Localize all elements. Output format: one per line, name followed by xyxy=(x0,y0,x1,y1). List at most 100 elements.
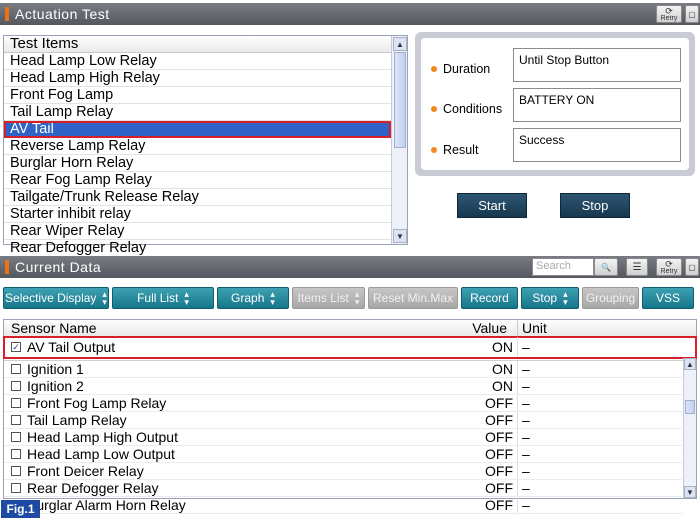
updown-caret-icon: ▴ ▾ xyxy=(184,289,189,307)
sensor-value: OFF xyxy=(402,480,518,496)
sensor-unit: – xyxy=(522,497,530,513)
selective-display-dropdown[interactable]: Selective Display ▴ ▾ xyxy=(3,287,109,309)
row-checkbox[interactable]: ✓ xyxy=(11,342,21,352)
test-item[interactable]: Tail Lamp Relay xyxy=(4,104,391,121)
test-item[interactable]: Head Lamp High Relay xyxy=(4,70,391,87)
row-checkbox[interactable] xyxy=(11,466,21,476)
selective-display-label: Selective Display xyxy=(5,291,97,305)
table-row[interactable]: Head Lamp High Output OFF – xyxy=(4,429,682,446)
test-items-header: Test Items xyxy=(4,36,391,53)
column-sensor-name: Sensor Name xyxy=(11,320,97,336)
sensor-unit: – xyxy=(522,480,530,496)
retry-icon: ⟳ xyxy=(665,258,673,269)
row-checkbox[interactable] xyxy=(11,432,21,442)
sensor-name: Front Fog Lamp Relay xyxy=(27,395,167,411)
sensor-unit: – xyxy=(522,429,530,445)
current-data-title: Current Data xyxy=(15,259,102,275)
sensor-value: OFF xyxy=(402,395,518,411)
record-button[interactable]: Record xyxy=(461,287,518,309)
row-checkbox[interactable] xyxy=(11,381,21,391)
table-row[interactable]: Tail Lamp Relay OFF – xyxy=(4,412,682,429)
updown-caret-icon: ▴ ▾ xyxy=(102,289,107,307)
row-checkbox[interactable] xyxy=(11,415,21,425)
test-items-scrollbar[interactable]: ▲ ▼ xyxy=(391,36,407,244)
duration-value: Until Stop Button xyxy=(513,48,681,82)
row-checkbox[interactable] xyxy=(11,483,21,493)
sensor-value: OFF xyxy=(402,463,518,479)
window-icon[interactable]: ▢ xyxy=(685,258,699,276)
scroll-thumb[interactable] xyxy=(394,52,406,148)
sensor-value: OFF xyxy=(402,412,518,428)
stop-dropdown[interactable]: Stop ▴ ▾ xyxy=(521,287,579,309)
figure-label: Fig.1 xyxy=(1,500,40,518)
test-item[interactable]: Rear Wiper Relay xyxy=(4,223,391,240)
test-info-panel: Duration Until Stop Button Conditions BA… xyxy=(415,32,695,176)
start-button[interactable]: Start xyxy=(457,193,527,218)
sensor-name: Ignition 2 xyxy=(27,378,84,394)
data-table-scrollbar[interactable]: ▲ ▼ xyxy=(683,358,696,498)
sensor-unit: – xyxy=(522,412,530,428)
stop-label: Stop xyxy=(532,291,558,305)
test-item[interactable]: Reverse Lamp Relay xyxy=(4,138,391,155)
scroll-down-arrow-icon[interactable]: ▼ xyxy=(393,229,407,243)
pinned-row[interactable]: ✓ AV Tail Output ON – xyxy=(3,336,697,359)
retry-button[interactable]: ⟳ Retry xyxy=(656,5,682,23)
scroll-down-arrow-icon[interactable]: ▼ xyxy=(684,486,696,498)
conditions-label: Conditions xyxy=(443,102,503,116)
scroll-up-arrow-icon[interactable]: ▲ xyxy=(393,37,407,51)
table-row[interactable]: Front Deicer Relay OFF – xyxy=(4,463,682,480)
table-row[interactable]: Ignition 1 ON – xyxy=(4,361,682,378)
table-row[interactable]: Rear Defogger Relay OFF – xyxy=(4,480,682,497)
sensor-name: Head Lamp Low Output xyxy=(27,446,175,462)
scroll-thumb[interactable] xyxy=(685,400,695,414)
test-item[interactable]: Starter inhibit relay xyxy=(4,206,391,223)
row-checkbox[interactable] xyxy=(11,398,21,408)
table-header: Sensor Name Value Unit xyxy=(4,320,696,337)
sensor-unit: – xyxy=(522,446,530,462)
stop-button[interactable]: Stop xyxy=(560,193,630,218)
result-value: Success xyxy=(513,128,681,162)
column-unit: Unit xyxy=(522,320,547,336)
test-item[interactable]: AV Tail xyxy=(4,121,391,138)
table-row[interactable]: Head Lamp Low Output OFF – xyxy=(4,446,682,463)
test-item[interactable]: Rear Defogger Relay xyxy=(4,240,391,257)
duration-label: Duration xyxy=(443,62,491,76)
test-item[interactable]: Tailgate/Trunk Release Relay xyxy=(4,189,391,206)
full-list-dropdown[interactable]: Full List ▴ ▾ xyxy=(112,287,214,309)
retry-label: Retry xyxy=(660,267,678,275)
result-label-row: Result xyxy=(431,143,478,157)
graph-label: Graph xyxy=(231,291,265,305)
table-row[interactable]: Ignition 2 ON – xyxy=(4,378,682,395)
list-view-icon[interactable]: ☰ xyxy=(626,258,648,276)
row-checkbox[interactable] xyxy=(11,449,21,459)
graph-dropdown[interactable]: Graph ▴ ▾ xyxy=(217,287,289,309)
updown-caret-icon: ▴ ▾ xyxy=(270,289,275,307)
test-item[interactable]: Rear Fog Lamp Relay xyxy=(4,172,391,189)
table-row[interactable]: Front Fog Lamp Relay OFF – xyxy=(4,395,682,412)
test-item[interactable]: Head Lamp Low Relay xyxy=(4,53,391,70)
vss-button[interactable]: VSS xyxy=(642,287,694,309)
current-data-table: Sensor Name Value Unit ✓ AV Tail Output … xyxy=(3,319,697,514)
sensor-value: OFF xyxy=(402,497,518,513)
sensor-name: Rear Defogger Relay xyxy=(27,480,159,496)
sensor-name: Tail Lamp Relay xyxy=(27,412,127,428)
row-checkbox[interactable] xyxy=(11,364,21,374)
search-icon[interactable]: 🔍 xyxy=(594,258,618,276)
items-list-dropdown[interactable]: Items List ▴ ▾ xyxy=(292,287,365,309)
search-input[interactable]: Search xyxy=(532,258,594,276)
current-data-retry-button[interactable]: ⟳ Retry xyxy=(656,258,682,276)
bullet-dot-icon xyxy=(431,147,437,153)
test-item[interactable]: Burglar Horn Relay xyxy=(4,155,391,172)
updown-caret-icon: ▴ ▾ xyxy=(563,289,568,307)
scroll-up-arrow-icon[interactable]: ▲ xyxy=(684,358,696,370)
reset-min-max-button[interactable]: Reset Min.Max xyxy=(368,287,458,309)
test-item[interactable]: Front Fog Lamp xyxy=(4,87,391,104)
grouping-button[interactable]: Grouping xyxy=(582,287,639,309)
window-icon[interactable]: ▢ xyxy=(685,5,699,23)
titlebar-accent xyxy=(5,7,9,21)
table-row[interactable]: Burglar Alarm Horn Relay OFF – xyxy=(4,497,682,514)
sensor-value: ON xyxy=(402,337,518,357)
test-info-inner: Duration Until Stop Button Conditions BA… xyxy=(421,38,689,170)
sensor-unit: – xyxy=(522,339,530,355)
sensor-name: Ignition 1 xyxy=(27,361,84,377)
